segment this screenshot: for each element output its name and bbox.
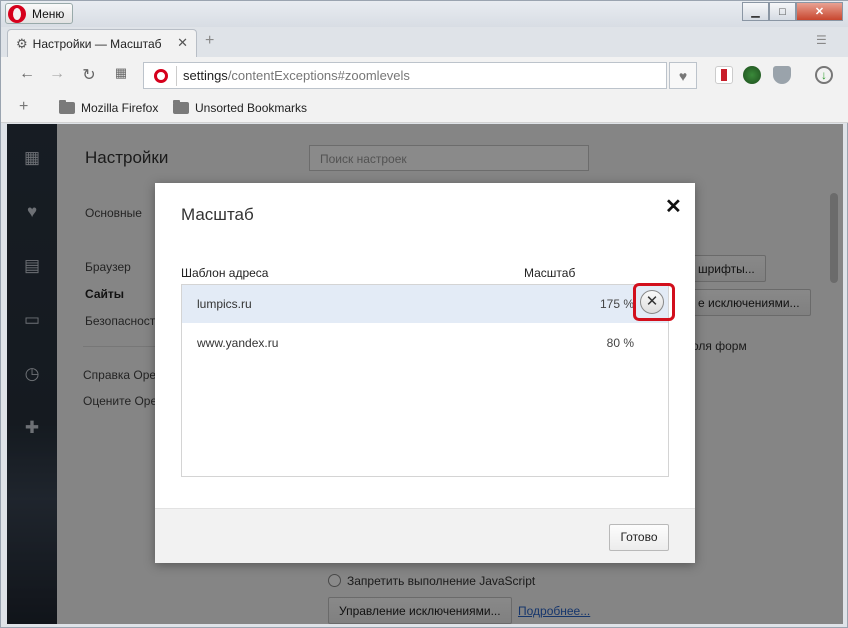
extension-bookmark-icon[interactable] (715, 66, 733, 84)
title-bar: Меню ▁ □ ✕ (1, 1, 848, 27)
browser-window: Меню ▁ □ ✕ ⚙ Настройки — Масштаб ✕ + ☰ ←… (0, 0, 848, 628)
address-separator (176, 65, 177, 86)
url-path: /contentExceptions#zoomlevels (227, 68, 410, 83)
reload-icon[interactable]: ↻ (79, 65, 99, 85)
folder-icon (59, 100, 75, 114)
forward-arrow-icon[interactable]: → (47, 65, 67, 83)
close-window-button[interactable]: ✕ (796, 2, 843, 21)
minimize-button[interactable]: ▁ (742, 2, 769, 21)
address-bar[interactable]: settings /contentExceptions#zoomlevels (143, 62, 667, 89)
dialog-close-icon[interactable]: ✕ (665, 194, 682, 219)
zoom-exceptions-table: lumpics.ru 175 % www.yandex.ru 80 % (181, 284, 669, 477)
tab-menu-icon[interactable]: ☰ (816, 33, 830, 47)
done-button[interactable]: Готово (609, 524, 669, 551)
bookmark-label: Mozilla Firefox (81, 101, 159, 115)
tab-strip: ⚙ Настройки — Масштаб ✕ + ☰ (1, 27, 848, 57)
zoom-dialog: Масштаб ✕ Шаблон адреса Масштаб lumpics.… (155, 183, 695, 563)
dialog-title: Масштаб (181, 205, 254, 224)
remove-entry-button[interactable]: ✕ (640, 290, 664, 314)
opera-badge-icon (154, 68, 168, 83)
speed-dial-grid-icon[interactable]: ▦ (111, 65, 131, 81)
url-host: settings (183, 68, 228, 83)
bookmark-label: Unsorted Bookmarks (195, 101, 308, 115)
shield-icon[interactable] (773, 66, 791, 84)
row-site: lumpics.ru (197, 297, 252, 311)
opera-logo-icon (8, 4, 26, 23)
maximize-button[interactable]: □ (769, 2, 796, 21)
bookmark-folder-firefox[interactable]: Mozilla Firefox (59, 100, 159, 115)
row-zoom: 80 % (606, 336, 634, 350)
menu-label: Меню (32, 6, 65, 21)
gear-icon: ⚙ (16, 35, 28, 51)
tab-title: Настройки — Масштаб (32, 36, 162, 51)
download-icon[interactable]: ↓ (815, 66, 833, 84)
navigation-toolbar: ← → ↻ ▦ settings /contentExceptions#zoom… (1, 57, 848, 93)
bookmarks-bar: + Mozilla Firefox Unsorted Bookmarks (1, 93, 848, 123)
folder-icon (173, 100, 189, 114)
globe-vpn-icon[interactable] (743, 66, 761, 84)
dialog-footer: Готово (155, 508, 695, 563)
tab-close-icon[interactable]: ✕ (177, 35, 188, 51)
column-header-pattern: Шаблон адреса (181, 266, 269, 280)
row-zoom: 175 % (599, 297, 634, 311)
column-header-zoom: Масштаб (524, 266, 576, 280)
table-row[interactable]: www.yandex.ru 80 % (182, 324, 668, 362)
back-arrow-icon[interactable]: ← (17, 65, 37, 83)
new-tab-button[interactable]: + (205, 32, 214, 50)
table-row[interactable]: lumpics.ru 175 % (182, 285, 668, 323)
bookmark-folder-unsorted[interactable]: Unsorted Bookmarks (173, 100, 308, 115)
opera-menu-button[interactable]: Меню (5, 3, 73, 24)
add-bookmark-button[interactable]: + (19, 98, 28, 116)
bookmark-heart-icon[interactable]: ♥ (669, 62, 697, 89)
row-site: www.yandex.ru (197, 336, 279, 350)
tab-settings[interactable]: ⚙ Настройки — Масштаб ✕ (7, 29, 197, 57)
